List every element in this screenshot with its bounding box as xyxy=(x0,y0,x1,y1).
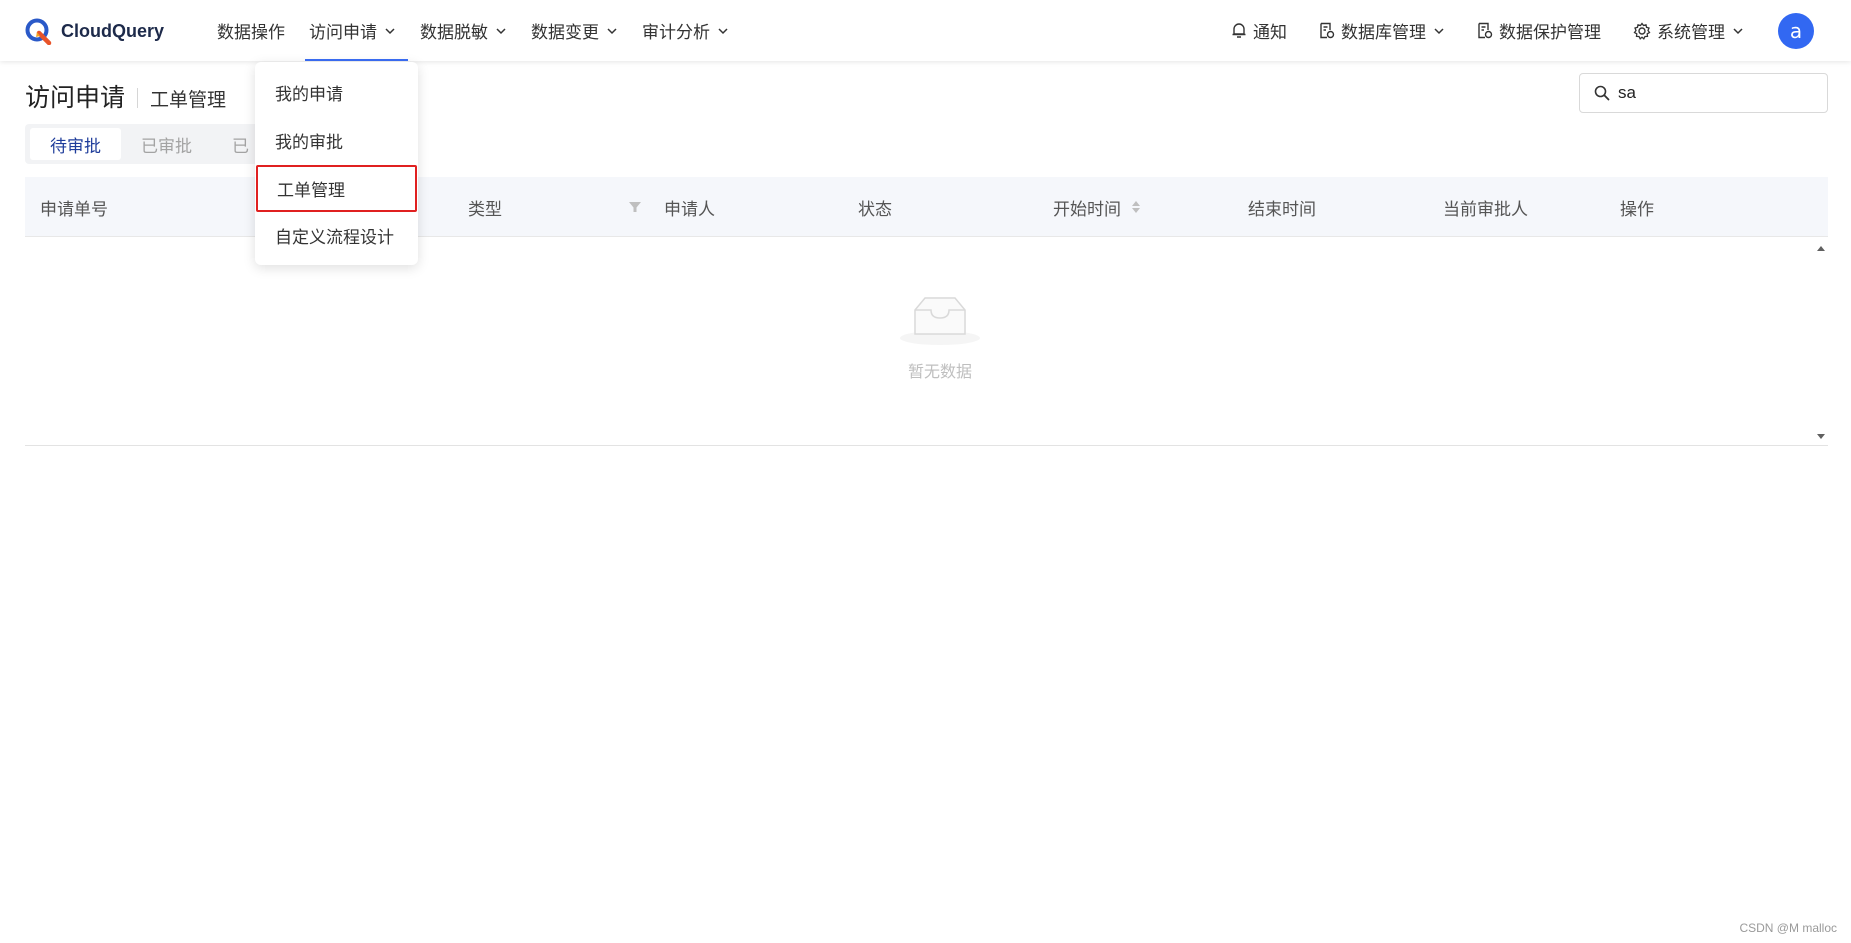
gear-icon xyxy=(1633,21,1651,40)
search-icon xyxy=(1594,85,1610,101)
column-header-applicant: 申请人 xyxy=(664,177,715,237)
data-protect-button[interactable]: 数据保护管理 xyxy=(1461,18,1617,43)
column-header-approver: 当前审批人 xyxy=(1443,177,1528,237)
column-label: 当前审批人 xyxy=(1443,199,1528,220)
nav-item-label: 数据脱敏 xyxy=(420,23,488,43)
notify-label: 通知 xyxy=(1253,23,1287,43)
chevron-down-icon xyxy=(1733,27,1743,34)
scroll-up-arrow-icon[interactable] xyxy=(1814,242,1828,254)
tab-pending[interactable]: 待审批 xyxy=(30,128,121,160)
watermark: CSDN @M malloc xyxy=(1739,921,1837,935)
column-label: 操作 xyxy=(1620,199,1654,220)
column-header-end-time: 结束时间 xyxy=(1248,177,1316,237)
column-header-request-id: 申请单号 xyxy=(40,177,108,237)
empty-state: 暂无数据 xyxy=(880,294,1000,382)
empty-text: 暂无数据 xyxy=(907,362,972,381)
column-label: 类型 xyxy=(468,199,502,220)
system-manage-menu[interactable]: 系统管理 xyxy=(1617,18,1760,43)
bell-icon xyxy=(1232,23,1246,38)
page-title-sub: 工单管理 xyxy=(150,88,227,111)
chevron-down-icon xyxy=(1434,27,1444,34)
title-divider xyxy=(137,88,139,108)
page-title: 访问申请 工单管理 xyxy=(25,78,226,114)
menu-item-custom-flow-design[interactable]: 自定义流程设计 xyxy=(255,212,418,259)
column-header-start-time[interactable]: 开始时间 xyxy=(1053,177,1141,237)
table-body: 暂无数据 xyxy=(25,238,1828,446)
column-header-status: 状态 xyxy=(858,177,892,237)
chevron-down-icon xyxy=(718,27,728,34)
nav-item-data-change[interactable]: 数据变更 xyxy=(519,0,630,61)
chevron-down-icon xyxy=(607,27,617,34)
menu-item-ticket-management[interactable]: 工单管理 xyxy=(256,165,417,212)
page-title-main: 访问申请 xyxy=(25,83,126,112)
system-manage-label: 系统管理 xyxy=(1657,23,1725,43)
db-manage-label: 数据库管理 xyxy=(1341,23,1426,43)
column-header-type: 类型 xyxy=(468,177,502,237)
nav-item-label: 访问申请 xyxy=(309,23,377,43)
brand[interactable]: CloudQuery xyxy=(25,17,164,45)
nav-item-data-operation[interactable]: 数据操作 xyxy=(205,0,297,61)
column-label: 开始时间 xyxy=(1053,199,1121,220)
column-label: 申请单号 xyxy=(40,199,108,220)
access-request-dropdown: 我的申请 我的审批 工单管理 自定义流程设计 xyxy=(255,62,418,265)
top-navigation-bar: CloudQuery 数据操作 访问申请 数据脱敏 数据变更 审计分析 通知 数… xyxy=(0,0,1851,61)
chevron-down-icon xyxy=(385,27,395,34)
nav-item-label: 数据操作 xyxy=(217,23,285,43)
brand-name: CloudQuery xyxy=(61,20,165,41)
nav-item-access-request[interactable]: 访问申请 xyxy=(297,0,408,61)
notify-button[interactable]: 通知 xyxy=(1215,18,1303,43)
nav-right: 通知 数据库管理 数据保护管理 系统管理 a xyxy=(1215,0,1851,61)
sort-icon[interactable] xyxy=(1131,199,1141,215)
column-label: 申请人 xyxy=(664,199,715,220)
tab-approved[interactable]: 已审批 xyxy=(121,128,212,160)
column-label: 状态 xyxy=(858,199,892,220)
search-box[interactable] xyxy=(1579,73,1828,113)
menu-item-my-requests[interactable]: 我的申请 xyxy=(255,69,418,116)
column-label: 结束时间 xyxy=(1248,199,1316,220)
search-input[interactable] xyxy=(1618,83,1818,103)
chevron-down-icon xyxy=(496,27,506,34)
nav-item-audit-analysis[interactable]: 审计分析 xyxy=(630,0,741,61)
menu-item-my-approvals[interactable]: 我的审批 xyxy=(255,117,418,164)
filter-icon[interactable] xyxy=(628,177,642,237)
main-nav: 数据操作 访问申请 数据脱敏 数据变更 审计分析 xyxy=(205,0,741,61)
document-shield-icon xyxy=(1478,22,1493,39)
column-header-actions: 操作 xyxy=(1620,177,1654,237)
user-avatar[interactable]: a xyxy=(1778,12,1814,49)
empty-inbox-icon xyxy=(900,297,980,345)
approval-tabs: 待审批 已审批 已 xyxy=(25,124,280,164)
database-doc-icon xyxy=(1320,22,1335,39)
nav-item-label: 审计分析 xyxy=(642,23,710,43)
scroll-down-arrow-icon[interactable] xyxy=(1814,430,1828,442)
cloudquery-logo-icon xyxy=(25,18,52,45)
nav-item-label: 数据变更 xyxy=(531,23,599,43)
nav-item-data-masking[interactable]: 数据脱敏 xyxy=(408,0,519,61)
data-protect-label: 数据保护管理 xyxy=(1499,23,1601,43)
db-manage-menu[interactable]: 数据库管理 xyxy=(1303,18,1461,43)
